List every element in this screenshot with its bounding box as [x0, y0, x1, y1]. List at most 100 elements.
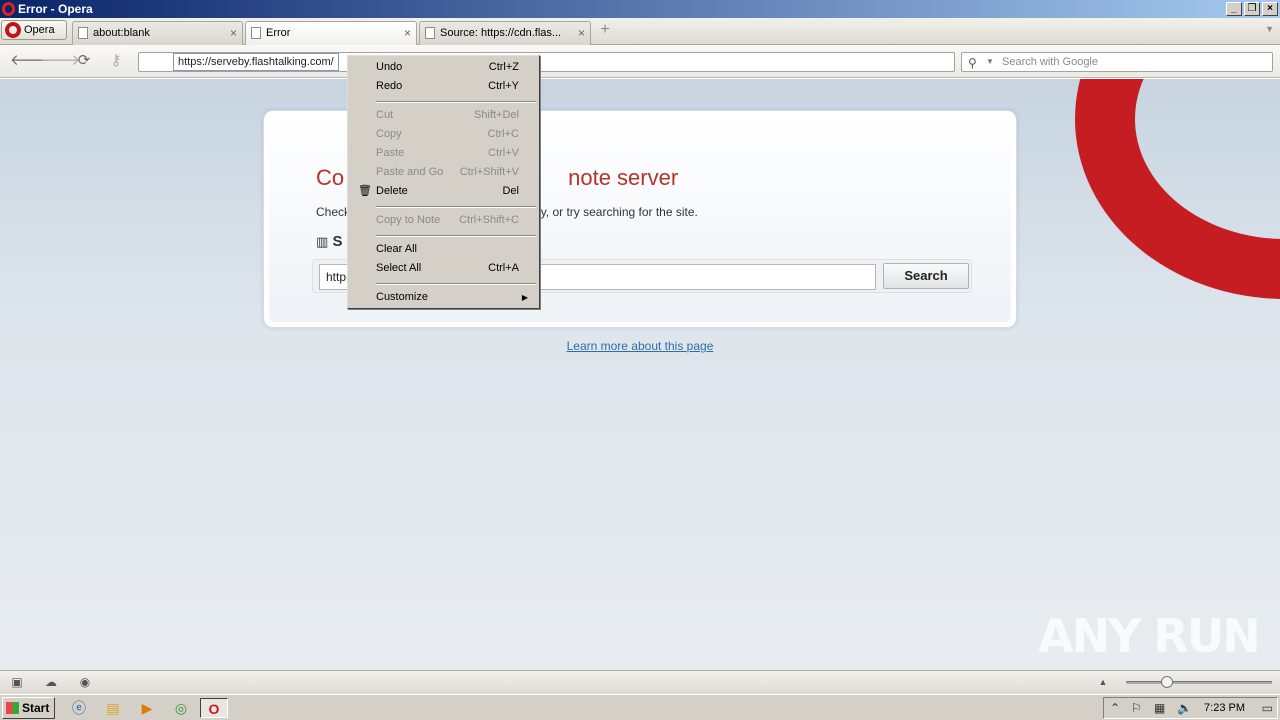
- error-title-start: Co: [316, 165, 345, 190]
- address-toolbar: 🡐 🡒 ⟳ ⚷ https://serveby.flashtalking.com…: [0, 45, 1280, 78]
- menu-separator: [376, 206, 536, 208]
- windows-flag-icon: [6, 702, 19, 714]
- menu-shortcut: Ctrl+Z: [488, 61, 519, 73]
- page-icon: [78, 27, 88, 39]
- opera-menu-button[interactable]: Opera: [1, 20, 67, 40]
- menu-label: Copy to Note: [376, 214, 441, 226]
- opera-taskbar-icon[interactable]: O: [200, 698, 228, 718]
- status-bar: ▣ ☁ ◉ ▲: [0, 670, 1280, 694]
- menu-label: Customize: [376, 291, 428, 303]
- opera-unite-cloud-icon[interactable]: ☁: [43, 675, 59, 689]
- clock[interactable]: 7:23 PM: [1204, 698, 1245, 718]
- menu-label: Select All: [376, 262, 422, 274]
- address-field[interactable]: https://serveby.flashtalking.com/: [138, 52, 955, 72]
- page-icon: [251, 27, 261, 39]
- menu-item-copy-to-note[interactable]: Copy to Note Ctrl+Shift+C: [350, 211, 536, 230]
- menu-item-clear-all[interactable]: Clear All: [350, 240, 536, 259]
- reload-icon[interactable]: ⟳: [74, 52, 94, 70]
- start-label: Start: [22, 701, 50, 715]
- menu-label: Copy: [376, 128, 402, 140]
- tab-title: Error: [266, 27, 291, 39]
- network-icon[interactable]: ▦: [1154, 701, 1165, 715]
- learn-more-link[interactable]: Learn more about this page: [0, 339, 1280, 353]
- window-title-bar: Error - Opera _ ❐ ×: [0, 0, 1280, 18]
- menu-shortcut: Ctrl+C: [487, 128, 519, 140]
- menu-separator: [376, 101, 536, 103]
- menu-shortcut: Ctrl+Y: [488, 80, 519, 92]
- menu-item-paste-and-go[interactable]: Paste and Go Ctrl+Shift+V: [350, 163, 536, 182]
- menu-shortcut: Shift+Del: [474, 109, 519, 121]
- trash-icon: 🗑: [358, 185, 372, 197]
- tab-close-icon[interactable]: ×: [230, 22, 237, 45]
- tray-expand-icon[interactable]: ⌃: [1110, 701, 1120, 715]
- key-icon[interactable]: ⚷: [106, 52, 126, 70]
- zoom-slider-knob[interactable]: [1161, 676, 1173, 688]
- tab-error[interactable]: Error ×: [245, 21, 417, 46]
- minimize-button[interactable]: _: [1226, 2, 1242, 16]
- forward-arrow-icon[interactable]: 🡒: [40, 52, 80, 70]
- page-content: Co note server Check ectly, or try searchi…: [0, 79, 1280, 670]
- menu-shortcut: Del: [502, 185, 519, 197]
- close-window-button[interactable]: ×: [1262, 2, 1278, 16]
- menu-item-delete[interactable]: 🗑 Delete Del: [350, 182, 536, 201]
- menu-label: Redo: [376, 80, 403, 92]
- page-icon: [425, 27, 435, 39]
- new-tab-icon[interactable]: +: [597, 22, 613, 38]
- tab-title: Source: https://cdn.flas...: [440, 27, 562, 39]
- menu-item-cut[interactable]: Cut Shift+Del: [350, 106, 536, 125]
- search-heading: ▥ S: [316, 233, 342, 250]
- menu-item-paste[interactable]: Paste Ctrl+V: [350, 144, 536, 163]
- tab-source[interactable]: Source: https://cdn.flas... ×: [419, 21, 591, 45]
- media-player-icon[interactable]: ▶: [133, 698, 161, 718]
- menu-item-redo[interactable]: Redo Ctrl+Y: [350, 77, 536, 96]
- search-field[interactable]: ⚲ ▼ Search with Google: [961, 52, 1273, 72]
- show-desktop-icon[interactable]: ▭: [1262, 701, 1273, 715]
- tab-close-icon[interactable]: ×: [404, 22, 411, 45]
- menu-shortcut: Ctrl+Shift+V: [459, 166, 519, 178]
- menu-label: Paste and Go: [376, 166, 444, 178]
- window-title: Error - Opera: [18, 2, 93, 16]
- opera-menu-label: Opera: [24, 24, 55, 36]
- tab-title: about:blank: [93, 27, 150, 39]
- tab-bar: Opera about:blank × Error × Source: http…: [0, 18, 1280, 46]
- menu-item-select-all[interactable]: Select All Ctrl+A: [350, 259, 536, 278]
- error-desc-end: ectly, or try searching for the site.: [522, 205, 698, 219]
- search-heading-icon: ▥: [316, 234, 329, 249]
- menu-item-customize[interactable]: Customize ▶: [350, 288, 536, 307]
- chrome-icon[interactable]: ◎: [167, 698, 195, 718]
- opera-logo-icon: [5, 22, 21, 38]
- turbo-speedometer-icon[interactable]: ◉: [77, 675, 93, 689]
- url-text[interactable]: https://serveby.flashtalking.com/: [173, 53, 339, 71]
- zoom-up-arrow-icon[interactable]: ▲: [1095, 675, 1111, 689]
- tab-list-chevron-icon[interactable]: ▼: [1265, 24, 1274, 34]
- zoom-slider[interactable]: [1126, 681, 1272, 684]
- context-menu: Undo Ctrl+Z Redo Ctrl+Y Cut Shift+Del Copy C…: [347, 55, 540, 309]
- folder-icon[interactable]: ▤: [99, 698, 127, 718]
- menu-separator: [376, 235, 536, 237]
- menu-label: Clear All: [376, 243, 417, 255]
- menu-shortcut: Ctrl+Shift+C: [459, 214, 519, 226]
- action-center-flag-icon[interactable]: ⚐: [1131, 701, 1142, 715]
- opera-o-logo: [1075, 79, 1280, 299]
- menu-shortcut: Ctrl+V: [488, 147, 519, 159]
- menu-label: Undo: [376, 61, 403, 73]
- learn-more-text[interactable]: Learn more about this page: [567, 339, 714, 353]
- search-heading-text: S: [332, 233, 343, 250]
- tab-close-icon[interactable]: ×: [578, 22, 585, 45]
- search-button[interactable]: Search: [883, 263, 969, 289]
- panel-toggle-icon[interactable]: ▣: [9, 675, 25, 689]
- window-controls: _ ❐ ×: [1226, 2, 1278, 16]
- menu-shortcut: Ctrl+A: [488, 262, 519, 274]
- anyrun-watermark: ANY RUN: [1038, 609, 1261, 663]
- internet-explorer-icon[interactable]: ⓔ: [65, 698, 93, 718]
- restore-button[interactable]: ❐: [1244, 2, 1260, 16]
- start-button[interactable]: Start: [2, 697, 55, 719]
- volume-icon[interactable]: 🔈: [1177, 701, 1192, 715]
- search-engine-dropdown-icon[interactable]: ▼: [986, 53, 994, 71]
- menu-item-undo[interactable]: Undo Ctrl+Z: [350, 58, 536, 77]
- back-arrow-icon[interactable]: 🡐: [10, 52, 50, 70]
- opera-logo-icon: [2, 2, 15, 16]
- menu-item-copy[interactable]: Copy Ctrl+C: [350, 125, 536, 144]
- tab-about-blank[interactable]: about:blank ×: [72, 21, 243, 45]
- search-icon: ⚲: [968, 56, 977, 70]
